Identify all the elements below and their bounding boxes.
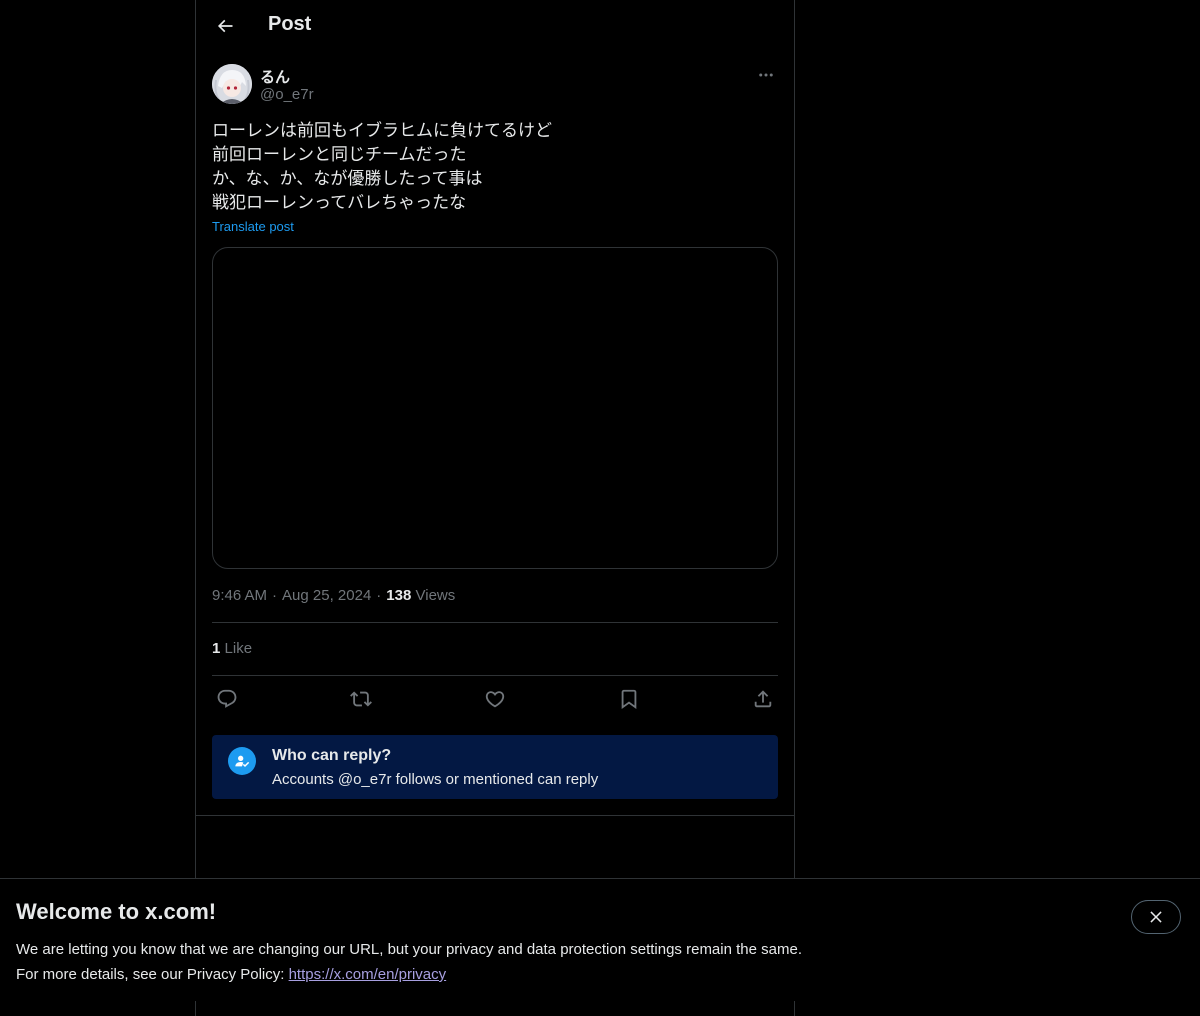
- likes-label: Like: [224, 640, 253, 657]
- avatar[interactable]: [212, 64, 252, 104]
- post-metadata: 9:46 AM · Aug 25, 2024 · 138 Views: [212, 587, 455, 604]
- banner-policy-prefix: For more details, see our Privacy Policy…: [16, 966, 289, 983]
- post-text: ローレンは前回もイブラヒムに負けてるけど 前回ローレンと同じチームだった か、な…: [212, 119, 778, 215]
- action-bar: [212, 684, 778, 714]
- post-text-line: 戦犯ローレンってバレちゃったな: [212, 193, 467, 213]
- post-time[interactable]: 9:46 AM: [212, 587, 267, 604]
- translate-post-link[interactable]: Translate post: [212, 219, 294, 234]
- privacy-policy-link[interactable]: https://x.com/en/privacy: [289, 966, 447, 983]
- author-handle[interactable]: @o_e7r: [260, 86, 314, 103]
- post-date[interactable]: Aug 25, 2024: [282, 587, 371, 604]
- who-can-reply-subtitle: Accounts @o_e7r follows or mentioned can…: [272, 771, 599, 788]
- share-button[interactable]: [748, 684, 778, 714]
- repost-icon: [350, 691, 372, 707]
- likes-count: 1: [212, 640, 221, 657]
- who-can-reply-title: Who can reply?: [272, 747, 392, 764]
- views-count: 138: [386, 587, 412, 604]
- post-text-line: 前回ローレンと同じチームだった: [212, 145, 467, 165]
- separator-dot: ·: [272, 587, 278, 604]
- banner-text-line: For more details, see our Privacy Policy…: [16, 962, 802, 987]
- close-icon: [1150, 911, 1162, 923]
- banner-title: Welcome to x.com!: [16, 899, 217, 924]
- more-horizontal-icon: [759, 73, 773, 77]
- avatar-image: [212, 64, 252, 104]
- main-column: Post るん @o_e7r ローレンは前回もイブラヒムに負けてるけど 前回ロー…: [195, 0, 795, 1016]
- post-text-line: か、な、か、なが優勝したって事は: [212, 169, 483, 189]
- person-check-icon: [228, 747, 256, 775]
- back-button[interactable]: [208, 9, 242, 43]
- likes-summary[interactable]: 1 Like: [212, 640, 252, 657]
- heart-icon: [485, 691, 505, 708]
- divider: [196, 815, 794, 816]
- who-can-reply-notice: Who can reply? Accounts @o_e7r follows o…: [212, 735, 778, 799]
- bookmark-button[interactable]: [614, 684, 644, 714]
- post-text-line: ローレンは前回もイブラヒムに負けてるけど: [212, 121, 552, 141]
- views-label: Views: [415, 587, 456, 604]
- banner-body: We are letting you know that we are chan…: [16, 937, 802, 987]
- page-title: Post: [268, 13, 312, 35]
- comment-icon: [217, 689, 237, 708]
- author-display-name[interactable]: るん: [260, 66, 290, 87]
- more-options-button[interactable]: [754, 64, 778, 86]
- reply-button[interactable]: [212, 684, 242, 714]
- divider: [212, 675, 778, 676]
- close-banner-button[interactable]: [1131, 900, 1181, 934]
- share-icon: [754, 690, 772, 708]
- post-author: るん @o_e7r: [212, 64, 778, 108]
- page-header: Post: [196, 0, 794, 53]
- like-button[interactable]: [480, 684, 510, 714]
- arrow-left-icon: [217, 19, 233, 33]
- divider: [212, 622, 778, 623]
- repost-button[interactable]: [346, 684, 376, 714]
- post-media[interactable]: [212, 247, 778, 569]
- bookmark-icon: [621, 689, 637, 710]
- welcome-banner: Welcome to x.com! We are letting you kno…: [0, 878, 1200, 1001]
- banner-text-line: We are letting you know that we are chan…: [16, 941, 802, 958]
- separator-dot: ·: [376, 587, 382, 604]
